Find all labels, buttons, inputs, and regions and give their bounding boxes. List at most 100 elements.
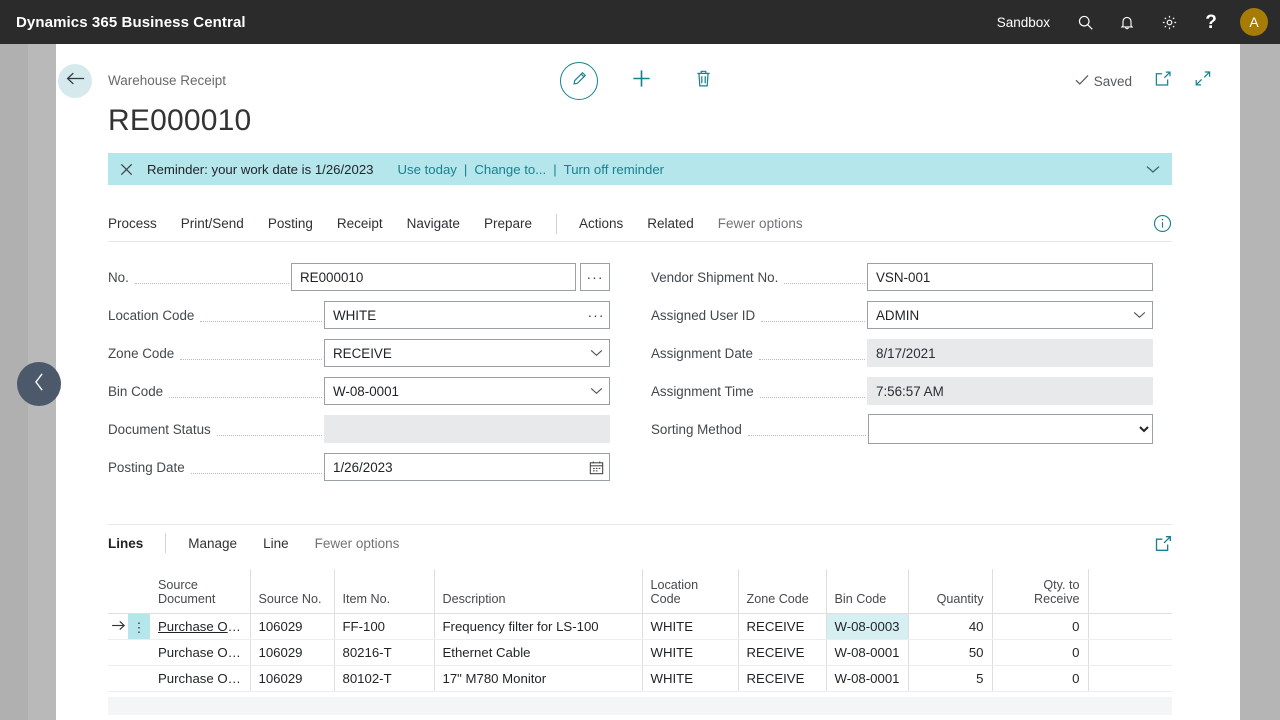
back-button[interactable] [58, 64, 92, 98]
cell-bin-code[interactable]: W-08-0001 [825, 665, 908, 692]
column-header-source-no[interactable]: Source No. [249, 569, 334, 614]
ribbon-item-process[interactable]: Process [108, 216, 157, 231]
cell-item-no[interactable]: FF-100 [333, 613, 434, 640]
column-header-quantity[interactable]: Quantity [907, 569, 992, 614]
cell-bin-code[interactable]: W-08-0003 [825, 613, 908, 640]
cell-bin-code[interactable]: W-08-0001 [825, 639, 908, 666]
table-row[interactable]: Purchase Or... 106029 80102-T 17" M780 M… [108, 665, 1172, 692]
open-in-new-window-icon[interactable] [1155, 535, 1172, 552]
chevron-down-icon[interactable] [583, 340, 609, 366]
cell-quantity[interactable]: 50 [907, 639, 992, 666]
column-header-qty-to-receive[interactable]: Qty. to Receive [991, 569, 1088, 614]
breadcrumb[interactable]: Warehouse Receipt [108, 73, 226, 88]
cell-description[interactable]: Frequency filter for LS-100 [433, 613, 642, 640]
column-header-item-no[interactable]: Item No. [333, 569, 434, 614]
row-menu-cell[interactable] [128, 639, 150, 666]
open-in-new-window-button[interactable] [1154, 70, 1172, 92]
label-leader-dots [200, 320, 322, 322]
cell-source-no[interactable]: 106029 [249, 613, 334, 640]
question-mark-icon[interactable]: ? [1190, 0, 1232, 44]
cell-description[interactable]: Ethernet Cable [433, 639, 642, 666]
avatar[interactable]: A [1240, 8, 1268, 36]
ribbon-item-related[interactable]: Related [647, 216, 694, 231]
close-icon[interactable] [120, 163, 133, 176]
cell-quantity[interactable]: 5 [907, 665, 992, 692]
ribbon-item-navigate[interactable]: Navigate [407, 216, 460, 231]
field-control-assignment-time: 7:56:57 AM [867, 377, 1153, 405]
navigation-collapse-button[interactable] [17, 362, 61, 406]
ribbon-item-fewer-options[interactable]: Fewer options [718, 216, 803, 231]
field-row-posting-date: Posting Date 1/26/2023 [108, 448, 610, 486]
column-header-bin-code[interactable]: Bin Code [825, 569, 908, 614]
edit-button[interactable] [560, 62, 598, 100]
search-icon[interactable] [1064, 0, 1106, 44]
chevron-down-icon[interactable] [1126, 302, 1152, 328]
cell-location-code[interactable]: WHITE [641, 639, 738, 666]
ribbon-item-print-send[interactable]: Print/Send [181, 216, 244, 231]
cell-source-document[interactable]: Purchase Or... [150, 639, 250, 666]
turn-off-reminder-link[interactable]: Turn off reminder [564, 162, 664, 177]
change-to-link[interactable]: Change to... [474, 162, 546, 177]
vertical-ellipsis-icon[interactable]: ⋮ [128, 613, 150, 640]
field-label-location-code: Location Code [108, 307, 201, 323]
source-document-link[interactable]: Purchase Or... [158, 619, 242, 634]
lines-action-fewer-options[interactable]: Fewer options [315, 536, 400, 551]
reminder-actions: Use today | Change to... | Turn off remi… [398, 162, 665, 177]
chevron-down-icon[interactable] [1146, 165, 1160, 174]
sorting-method-select[interactable]: ItemDocumentShelf or BinDue DateDestinat… [868, 414, 1153, 444]
row-menu-cell[interactable] [128, 665, 150, 692]
no-input[interactable]: RE000010 [291, 263, 576, 291]
bell-icon[interactable] [1106, 0, 1148, 44]
posting-date-input[interactable]: 1/26/2023 [324, 453, 610, 481]
label-leader-dots [759, 396, 865, 398]
lines-action-line[interactable]: Line [263, 536, 289, 551]
cell-qty-to-receive[interactable]: 0 [991, 639, 1088, 666]
cell-source-document[interactable]: Purchase Or... [150, 613, 250, 640]
column-header-source-document[interactable]: Source Document [150, 569, 250, 614]
cell-source-no[interactable]: 106029 [249, 665, 334, 692]
table-row[interactable]: Purchase Or... 106029 80216-T Ethernet C… [108, 639, 1172, 666]
column-header-location-code[interactable]: Location Code [641, 569, 738, 614]
delete-button[interactable] [684, 62, 722, 100]
bin-code-input[interactable]: W-08-0001 [324, 377, 610, 405]
cell-location-code[interactable]: WHITE [641, 665, 738, 692]
zone-code-input[interactable]: RECEIVE [324, 339, 610, 367]
ribbon-item-actions[interactable]: Actions [579, 216, 623, 231]
chevron-down-icon[interactable] [583, 378, 609, 404]
cell-item-no[interactable]: 80216-T [333, 639, 434, 666]
app-brand-title[interactable]: Dynamics 365 Business Central [16, 14, 246, 31]
ellipsis-icon[interactable]: ··· [580, 263, 610, 291]
cell-zone-code[interactable]: RECEIVE [737, 665, 826, 692]
cell-location-code[interactable]: WHITE [641, 613, 738, 640]
field-control-location-code: WHITE ··· [324, 301, 610, 329]
column-header-description[interactable]: Description [433, 569, 642, 614]
assigned-user-id-input[interactable]: ADMIN [867, 301, 1153, 329]
location-code-input[interactable]: WHITE [324, 301, 610, 329]
label-leader-dots [169, 396, 322, 398]
ribbon-item-receipt[interactable]: Receipt [337, 216, 383, 231]
gear-icon[interactable] [1148, 0, 1190, 44]
new-button[interactable] [622, 62, 660, 100]
use-today-link[interactable]: Use today [398, 162, 457, 177]
vendor-shipment-no-input[interactable]: VSN-001 [867, 263, 1153, 291]
table-row[interactable]: ⋮ Purchase Or... 106029 FF-100 Frequency… [108, 613, 1172, 640]
cell-zone-code[interactable]: RECEIVE [737, 613, 826, 640]
cell-qty-to-receive[interactable]: 0 [991, 665, 1088, 692]
cell-quantity[interactable]: 40 [907, 613, 992, 640]
info-circle-icon[interactable] [1153, 214, 1172, 233]
ribbon-item-prepare[interactable]: Prepare [484, 216, 532, 231]
lines-action-manage[interactable]: Manage [188, 536, 237, 551]
cell-spacer [1087, 665, 1172, 692]
cell-item-no[interactable]: 80102-T [333, 665, 434, 692]
ribbon-divider [555, 213, 557, 234]
collapse-button[interactable] [1194, 70, 1212, 92]
ellipsis-icon[interactable]: ··· [583, 302, 609, 328]
calendar-icon[interactable] [583, 454, 609, 480]
cell-source-document[interactable]: Purchase Or... [150, 665, 250, 692]
cell-qty-to-receive[interactable]: 0 [991, 613, 1088, 640]
cell-source-no[interactable]: 106029 [249, 639, 334, 666]
ribbon-item-posting[interactable]: Posting [268, 216, 313, 231]
cell-description[interactable]: 17" M780 Monitor [433, 665, 642, 692]
cell-zone-code[interactable]: RECEIVE [737, 639, 826, 666]
column-header-zone-code[interactable]: Zone Code [737, 569, 826, 614]
